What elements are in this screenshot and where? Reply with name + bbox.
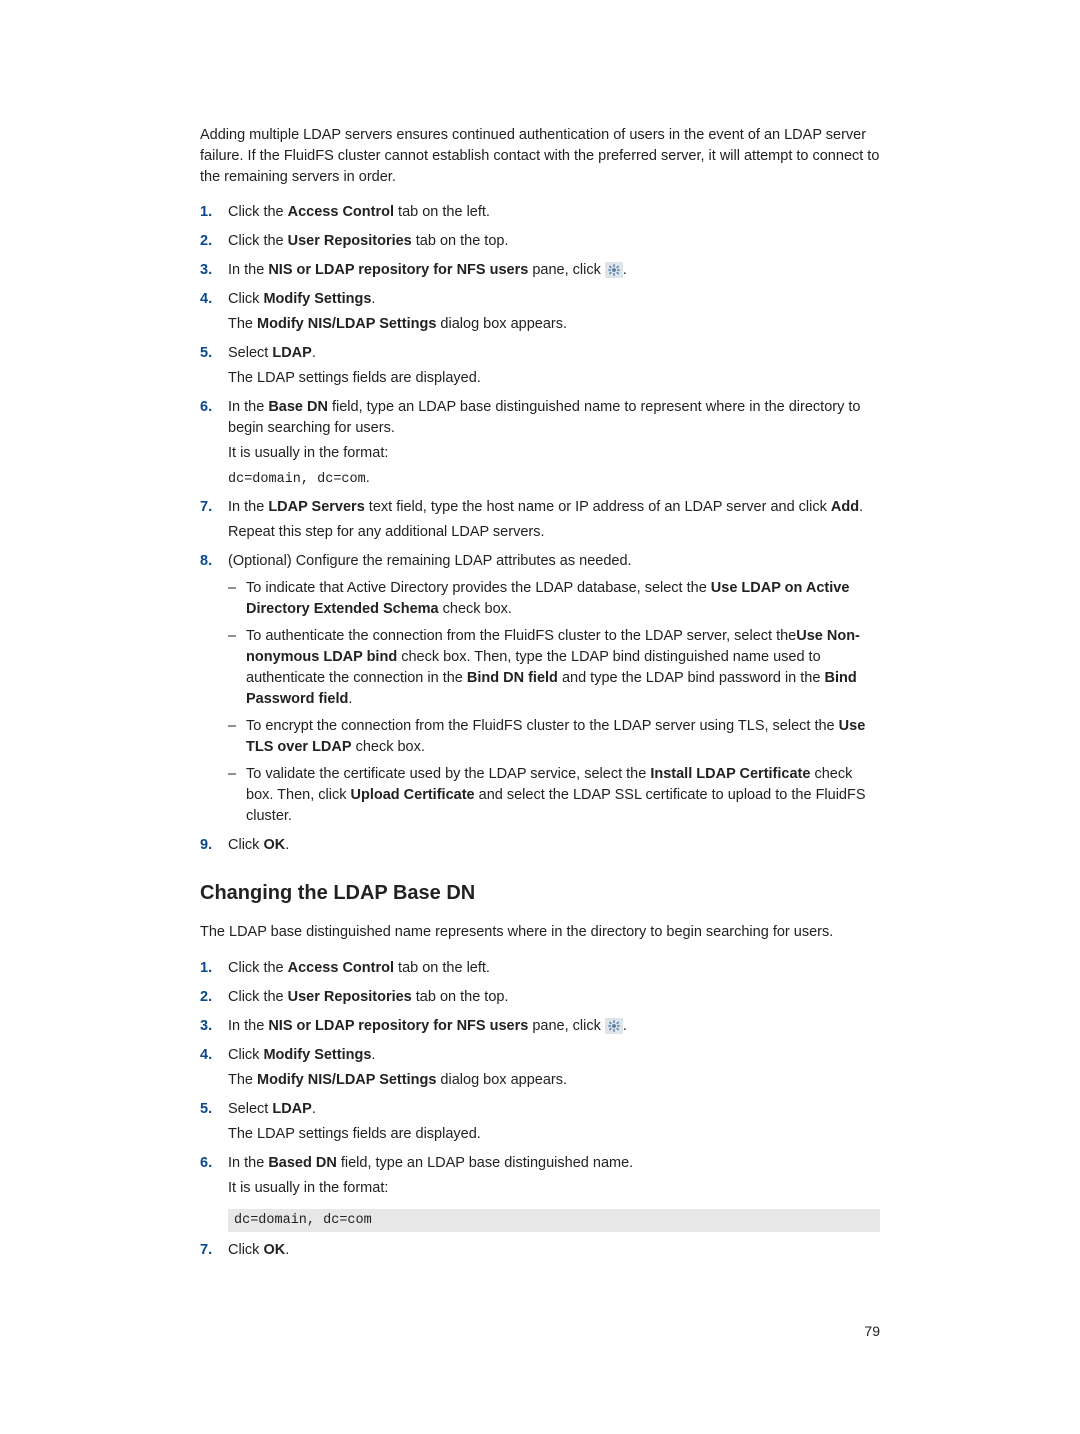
step-5: 5. Select LDAP. The LDAP settings fields… — [200, 343, 880, 389]
step-number: 7. — [200, 1240, 212, 1261]
bullet-certificate: To validate the certificate used by the … — [228, 764, 880, 827]
step-2: 2. Click the User Repositories tab on th… — [200, 231, 880, 252]
step-1: 1. Click the Access Control tab on the l… — [200, 958, 880, 979]
step-4: 4. Click Modify Settings. The Modify NIS… — [200, 1045, 880, 1091]
step-3: 3. In the NIS or LDAP repository for NFS… — [200, 260, 880, 281]
step-7: 7. Click OK. — [200, 1240, 880, 1261]
step-number: 7. — [200, 497, 212, 518]
bullet-active-directory: To indicate that Active Directory provid… — [228, 578, 880, 620]
section2-intro: The LDAP base distinguished name represe… — [200, 922, 880, 943]
bullet-non-anonymous-bind: To authenticate the connection from the … — [228, 626, 880, 710]
step-text: In the NIS or LDAP repository for NFS us… — [228, 1016, 880, 1037]
step-text: In the LDAP Servers text field, type the… — [228, 497, 880, 543]
step-1: 1. Click the Access Control tab on the l… — [200, 202, 880, 223]
step-code: dc=domain, dc=com. — [228, 468, 880, 490]
step-number: 2. — [200, 987, 212, 1008]
bullet-tls: To encrypt the connection from the Fluid… — [228, 716, 880, 758]
step-6: 6. In the Based DN field, type an LDAP b… — [200, 1153, 880, 1233]
page-body: Adding multiple LDAP servers ensures con… — [130, 0, 950, 1402]
step-text: In the Based DN field, type an LDAP base… — [228, 1153, 880, 1233]
step-8: 8. (Optional) Configure the remaining LD… — [200, 551, 880, 827]
step-subtext: It is usually in the format: — [228, 1178, 880, 1199]
step-subtext: Repeat this step for any additional LDAP… — [228, 522, 880, 543]
step-number: 1. — [200, 958, 212, 979]
step-text: Click Modify Settings. The Modify NIS/LD… — [228, 1045, 880, 1091]
gear-icon — [605, 1018, 623, 1034]
step-text: Click the Access Control tab on the left… — [228, 958, 880, 979]
step-subtext: The Modify NIS/LDAP Settings dialog box … — [228, 314, 880, 335]
step-number: 4. — [200, 1045, 212, 1066]
step-number: 5. — [200, 1099, 212, 1120]
step-number: 5. — [200, 343, 212, 364]
step-number: 2. — [200, 231, 212, 252]
section-heading-changing-base-dn: Changing the LDAP Base DN — [200, 879, 880, 908]
step-subtext: The LDAP settings fields are displayed. — [228, 1124, 880, 1145]
step-number: 9. — [200, 835, 212, 856]
step-subtext: The Modify NIS/LDAP Settings dialog box … — [228, 1070, 880, 1091]
step-number: 3. — [200, 260, 212, 281]
step-text: Click the User Repositories tab on the t… — [228, 231, 880, 252]
step-text: In the Base DN field, type an LDAP base … — [228, 397, 880, 490]
step-7: 7. In the LDAP Servers text field, type … — [200, 497, 880, 543]
steps-section-2: 1. Click the Access Control tab on the l… — [200, 958, 880, 1262]
steps-section-1: 1. Click the Access Control tab on the l… — [200, 202, 880, 857]
step-4: 4. Click Modify Settings. The Modify NIS… — [200, 289, 880, 335]
step-text: (Optional) Configure the remaining LDAP … — [228, 551, 880, 827]
step-text: In the NIS or LDAP repository for NFS us… — [228, 260, 880, 281]
step-text: Select LDAP. The LDAP settings fields ar… — [228, 1099, 880, 1145]
step-2: 2. Click the User Repositories tab on th… — [200, 987, 880, 1008]
step-text: Click the User Repositories tab on the t… — [228, 987, 880, 1008]
step-text: Select LDAP. The LDAP settings fields ar… — [228, 343, 880, 389]
step-text: Click Modify Settings. The Modify NIS/LD… — [228, 289, 880, 335]
step-6: 6. In the Base DN field, type an LDAP ba… — [200, 397, 880, 490]
step-number: 8. — [200, 551, 212, 572]
step-5: 5. Select LDAP. The LDAP settings fields… — [200, 1099, 880, 1145]
step-3: 3. In the NIS or LDAP repository for NFS… — [200, 1016, 880, 1037]
intro-paragraph: Adding multiple LDAP servers ensures con… — [200, 125, 880, 188]
gear-icon — [605, 262, 623, 278]
step-text: Click OK. — [228, 1240, 880, 1261]
step8-bullets: To indicate that Active Directory provid… — [228, 578, 880, 827]
step-number: 1. — [200, 202, 212, 223]
step-number: 6. — [200, 397, 212, 418]
step-number: 4. — [200, 289, 212, 310]
step-subtext: The LDAP settings fields are displayed. — [228, 368, 880, 389]
step-number: 3. — [200, 1016, 212, 1037]
code-block: dc=domain, dc=com — [228, 1209, 880, 1233]
page-number: 79 — [200, 1321, 880, 1341]
step-number: 6. — [200, 1153, 212, 1174]
step-text: Click the Access Control tab on the left… — [228, 202, 880, 223]
step-subtext: It is usually in the format: — [228, 443, 880, 464]
step-text: Click OK. — [228, 835, 880, 856]
step-9: 9. Click OK. — [200, 835, 880, 856]
